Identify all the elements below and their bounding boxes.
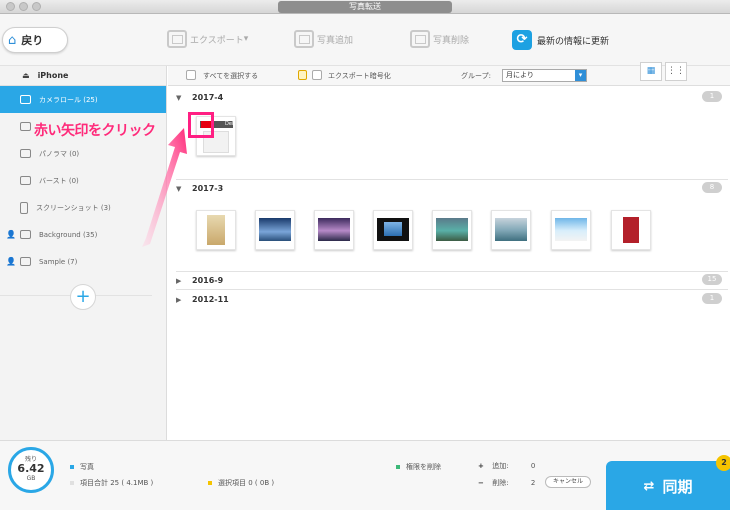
delete-stat-label: 削除: (492, 479, 509, 487)
delete-rights-label: 権限を削除 (406, 463, 441, 471)
pending-count-badge: 2 (716, 455, 730, 471)
delete-stat: − 削除: 2 (478, 478, 535, 488)
items-total: 項目合計 25 ( 4.1MB ) (70, 478, 153, 488)
selected-items-label: 選択項目 0 ( 0B ) (218, 479, 275, 487)
add-stat: + 追加: 0 (478, 461, 535, 471)
add-stat-label: 追加: (492, 462, 509, 470)
minus-icon: − (478, 479, 484, 487)
cancel-button[interactable]: キャンセル (545, 476, 591, 488)
storage-value: 6.42 (17, 462, 45, 475)
legend-label: 写真 (80, 463, 94, 471)
selected-items: 選択項目 0 ( 0B ) (208, 478, 274, 488)
legend-dot (70, 481, 74, 485)
legend-dot (70, 465, 74, 469)
annotation-arrow (142, 128, 187, 247)
legend-dot (396, 465, 400, 469)
annotation-highlight-box (188, 112, 214, 138)
delete-rights-legend: 権限を削除 (396, 462, 441, 472)
sync-label: 同期 (662, 477, 693, 496)
bottom-bar: 残り 6.42 GB 写真 項目合計 25 ( 4.1MB ) 選択項目 0 (… (0, 440, 730, 510)
annotation-text: 赤い矢印をクリック (34, 123, 156, 139)
storage-gauge: 残り 6.42 GB (8, 447, 54, 493)
add-stat-value: 0 (530, 462, 536, 470)
legend-dot (208, 481, 212, 485)
delete-stat-value: 2 (530, 479, 536, 487)
sync-button[interactable]: ⇄ 同期 (606, 461, 730, 510)
photos-legend: 写真 (70, 462, 94, 472)
storage-unit: GB (26, 475, 36, 482)
items-total-label: 項目合計 25 ( 4.1MB ) (80, 479, 154, 487)
plus-icon: + (478, 462, 484, 470)
sync-icon: ⇄ (643, 478, 655, 494)
